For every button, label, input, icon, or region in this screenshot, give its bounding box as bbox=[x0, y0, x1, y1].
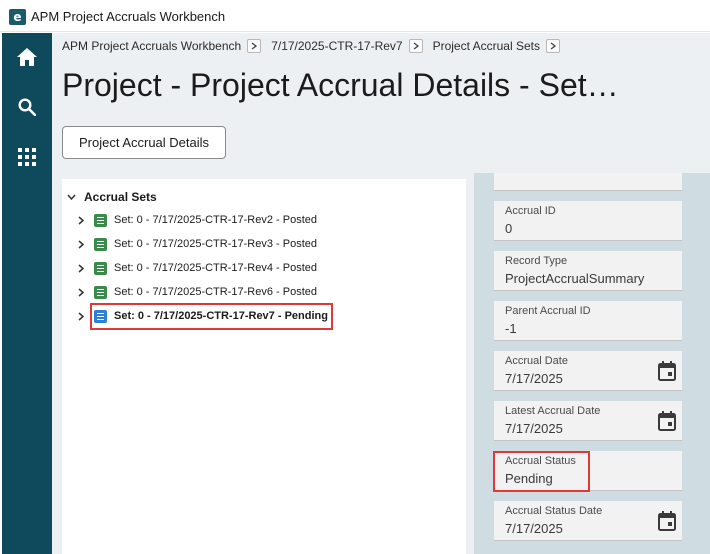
calendar-icon[interactable] bbox=[658, 361, 676, 386]
chevron-right-icon[interactable] bbox=[545, 39, 560, 53]
breadcrumb-item-accrual-sets[interactable]: Project Accrual Sets bbox=[433, 39, 540, 53]
window-titlebar: e APM Project Accruals Workbench bbox=[0, 0, 710, 32]
field-record-type[interactable]: Record Type ProjectAccrualSummary bbox=[494, 251, 682, 291]
field-value: 0 bbox=[505, 221, 513, 236]
field-value: 7/17/2025 bbox=[505, 421, 563, 436]
calendar-icon[interactable] bbox=[658, 411, 676, 436]
chevron-right-icon[interactable] bbox=[76, 215, 86, 225]
breadcrumb-item-rev7[interactable]: 7/17/2025-CTR-17-Rev7 bbox=[271, 39, 402, 53]
property-pane: Accrual ID 0 Record Type ProjectAccrualS… bbox=[474, 173, 710, 554]
field-accrual-status[interactable]: Accrual Status Pending bbox=[494, 451, 682, 491]
breadcrumb: APM Project Accruals Workbench 7/17/2025… bbox=[62, 37, 570, 55]
tree-root-label: Accrual Sets bbox=[84, 190, 157, 204]
project-accrual-details-button[interactable]: Project Accrual Details bbox=[62, 126, 226, 159]
field-latest-accrual-date[interactable]: Latest Accrual Date 7/17/2025 bbox=[494, 401, 682, 441]
main-content: APM Project Accruals Workbench 7/17/2025… bbox=[52, 33, 710, 554]
chevron-right-icon[interactable] bbox=[76, 263, 86, 273]
field-value: Pending bbox=[505, 471, 553, 486]
chevron-right-icon[interactable] bbox=[76, 287, 86, 297]
field-label: Accrual Status Date bbox=[505, 505, 603, 517]
apps-grid-icon bbox=[18, 148, 36, 166]
field-label: Parent Accrual ID bbox=[505, 305, 591, 317]
breadcrumb-item-workbench[interactable]: APM Project Accruals Workbench bbox=[62, 39, 241, 53]
field-label: Record Type bbox=[505, 255, 568, 267]
home-icon bbox=[17, 48, 37, 66]
field-accrual-id[interactable]: Accrual ID 0 bbox=[494, 201, 682, 241]
field-value: -1 bbox=[505, 321, 517, 336]
field-label: Accrual ID bbox=[505, 205, 556, 217]
calendar-icon[interactable] bbox=[658, 511, 676, 536]
document-icon bbox=[94, 309, 107, 323]
field-value: ProjectAccrualSummary bbox=[505, 271, 645, 286]
field-partial bbox=[494, 173, 682, 191]
tree-root-accrual-sets[interactable]: Accrual Sets bbox=[64, 187, 157, 207]
chevron-right-icon[interactable] bbox=[76, 239, 86, 249]
tree-item-set[interactable]: Set: 0 - 7/17/2025-CTR-17-Rev4 - Posted bbox=[76, 257, 317, 279]
app-title: APM Project Accruals Workbench bbox=[31, 9, 226, 24]
nav-apps-button[interactable] bbox=[2, 135, 52, 179]
chevron-right-icon[interactable] bbox=[247, 39, 262, 53]
field-parent-accrual-id[interactable]: Parent Accrual ID -1 bbox=[494, 301, 682, 341]
nav-home-button[interactable] bbox=[2, 35, 52, 79]
tree-item-set[interactable]: Set: 0 - 7/17/2025-CTR-17-Rev2 - Posted bbox=[76, 209, 317, 231]
tree-item-label: Set: 0 - 7/17/2025-CTR-17-Rev7 - Pending bbox=[114, 310, 328, 322]
tree-item-label: Set: 0 - 7/17/2025-CTR-17-Rev4 - Posted bbox=[114, 262, 317, 274]
document-icon bbox=[94, 285, 107, 299]
page-title: Project - Project Accrual Details - Set… bbox=[62, 67, 619, 103]
tree-item-label: Set: 0 - 7/17/2025-CTR-17-Rev6 - Posted bbox=[114, 286, 317, 298]
field-value: 7/17/2025 bbox=[505, 521, 563, 536]
chevron-down-icon[interactable] bbox=[64, 194, 78, 200]
search-icon bbox=[18, 98, 36, 116]
document-icon bbox=[94, 213, 107, 227]
document-icon bbox=[94, 237, 107, 251]
accrual-sets-tree: Accrual Sets Set: 0 - 7/17/2025-CTR-17-R… bbox=[62, 179, 466, 554]
nav-search-button[interactable] bbox=[2, 85, 52, 129]
tree-item-set[interactable]: Set: 0 - 7/17/2025-CTR-17-Rev6 - Posted bbox=[76, 281, 317, 303]
left-nav bbox=[2, 33, 52, 554]
chevron-right-icon[interactable] bbox=[76, 311, 86, 321]
field-label: Latest Accrual Date bbox=[505, 405, 601, 417]
field-label: Accrual Status bbox=[505, 455, 576, 467]
chevron-right-icon[interactable] bbox=[408, 39, 423, 53]
field-value: 7/17/2025 bbox=[505, 371, 563, 386]
tree-item-label: Set: 0 - 7/17/2025-CTR-17-Rev3 - Posted bbox=[114, 238, 317, 250]
app-logo: e bbox=[9, 9, 26, 25]
field-accrual-date[interactable]: Accrual Date 7/17/2025 bbox=[494, 351, 682, 391]
tree-item-label: Set: 0 - 7/17/2025-CTR-17-Rev2 - Posted bbox=[114, 214, 317, 226]
tree-item-set-selected[interactable]: Set: 0 - 7/17/2025-CTR-17-Rev7 - Pending bbox=[76, 305, 328, 327]
field-accrual-status-date[interactable]: Accrual Status Date 7/17/2025 bbox=[494, 501, 682, 541]
field-label: Accrual Date bbox=[505, 355, 568, 367]
document-icon bbox=[94, 261, 107, 275]
tree-item-set[interactable]: Set: 0 - 7/17/2025-CTR-17-Rev3 - Posted bbox=[76, 233, 317, 255]
